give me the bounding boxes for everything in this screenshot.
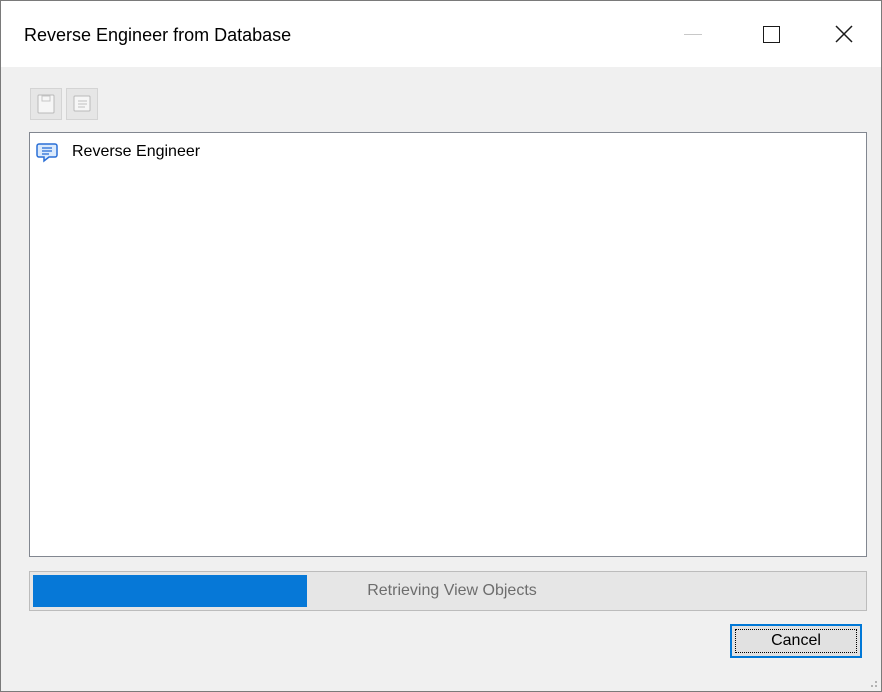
toolbar bbox=[30, 88, 98, 120]
message-icon bbox=[36, 143, 58, 163]
progress-bar: Retrieving View Objects bbox=[29, 571, 867, 611]
focus-rectangle bbox=[735, 629, 857, 653]
save-button[interactable] bbox=[30, 88, 62, 120]
progress-status: Retrieving View Objects bbox=[367, 582, 537, 599]
maximize-button[interactable] bbox=[725, 1, 817, 67]
minimize-icon bbox=[684, 33, 702, 35]
close-button[interactable] bbox=[807, 1, 881, 67]
window-title: Reverse Engineer from Database bbox=[24, 25, 292, 45]
message-tree[interactable]: Reverse Engineer bbox=[29, 132, 867, 557]
resize-grip-icon[interactable] bbox=[866, 676, 878, 688]
tree-item[interactable]: Reverse Engineer bbox=[36, 141, 200, 163]
properties-icon bbox=[73, 95, 91, 112]
title-bar[interactable]: Reverse Engineer from Database bbox=[1, 1, 881, 67]
properties-button[interactable] bbox=[66, 88, 98, 120]
tree-item-label: Reverse Engineer bbox=[72, 143, 201, 160]
close-icon bbox=[835, 25, 853, 43]
save-icon bbox=[37, 94, 55, 114]
maximize-icon bbox=[762, 25, 780, 43]
dialog-window: Reverse Engineer from Database Reverse E… bbox=[0, 0, 882, 692]
cancel-button[interactable]: Cancel bbox=[730, 624, 862, 658]
